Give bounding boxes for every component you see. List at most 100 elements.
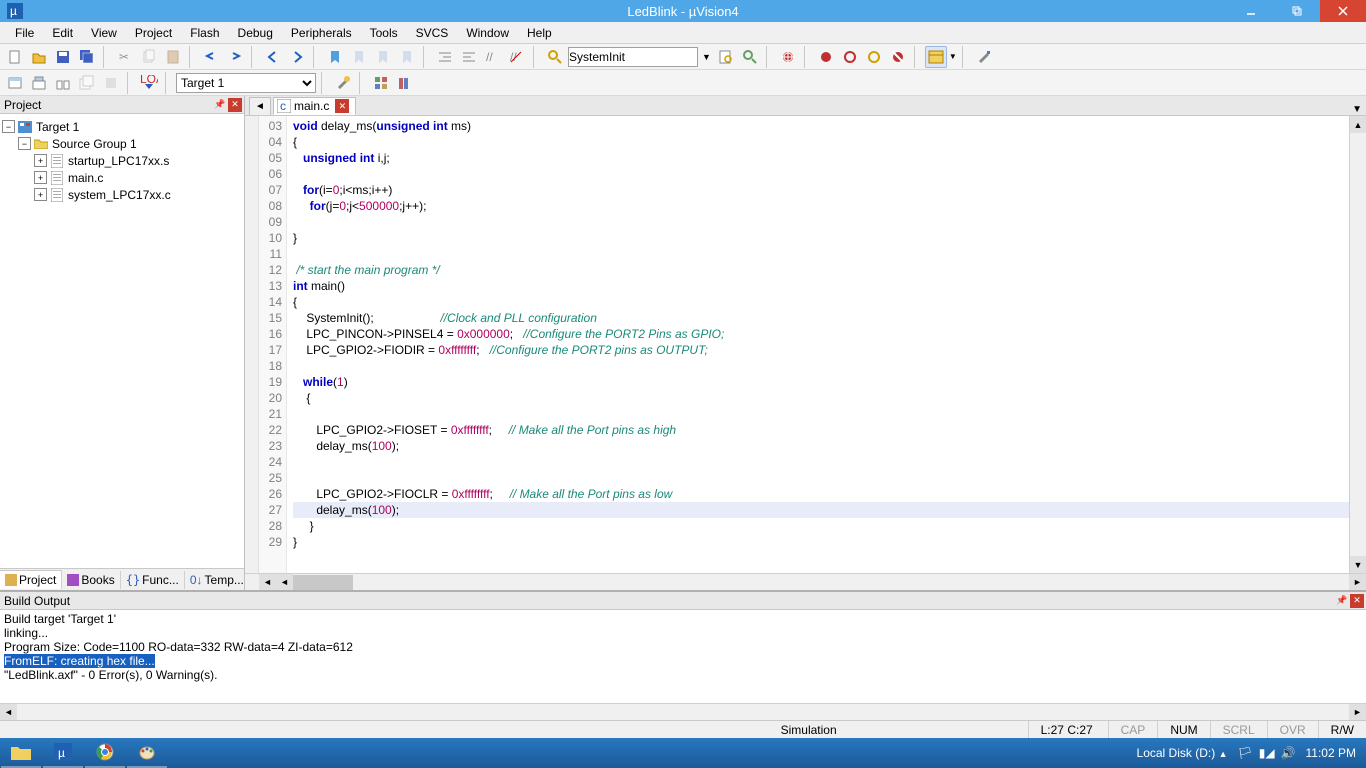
taskbar-uvision-icon[interactable]: µ	[43, 738, 83, 768]
scroll-left-icon[interactable]: ◄	[259, 574, 276, 590]
project-tree[interactable]: − Target 1 − Source Group 1 +startup_LPC…	[0, 114, 244, 568]
close-button[interactable]	[1320, 0, 1366, 22]
cut-icon[interactable]: ✂	[114, 46, 136, 68]
taskbar-explorer-icon[interactable]	[1, 738, 41, 768]
tray-network-icon[interactable]: ▮◢	[1259, 746, 1275, 760]
menu-edit[interactable]: Edit	[43, 24, 82, 42]
line-number-gutter: 0304050607080910111213141516171819202122…	[259, 116, 287, 573]
tree-file[interactable]: +startup_LPC17xx.s	[2, 152, 242, 169]
tree-group[interactable]: − Source Group 1	[2, 135, 242, 152]
editor-hscrollbar[interactable]: ◄ ◄ ►	[245, 573, 1366, 590]
tray-flag-icon[interactable]: 🏳	[1237, 746, 1252, 760]
tab-nav-left-icon[interactable]: ◄	[249, 97, 271, 115]
breakpoint-insert-icon[interactable]	[815, 46, 837, 68]
indent-icon[interactable]	[434, 46, 456, 68]
scroll-left-icon[interactable]: ◄	[0, 704, 17, 720]
scroll-down-icon[interactable]: ▼	[1350, 556, 1366, 573]
undo-icon[interactable]	[200, 46, 222, 68]
bookmark-next-icon[interactable]	[372, 46, 394, 68]
taskbar-chrome-icon[interactable]	[85, 738, 125, 768]
debug-icon[interactable]	[777, 46, 799, 68]
breakpoint-kill-icon[interactable]	[887, 46, 909, 68]
menu-view[interactable]: View	[82, 24, 126, 42]
paste-icon[interactable]	[162, 46, 184, 68]
translate-icon[interactable]	[4, 72, 26, 94]
build-icon[interactable]	[28, 72, 50, 94]
unindent-icon[interactable]	[458, 46, 480, 68]
file-extensions-icon[interactable]	[370, 72, 392, 94]
menu-project[interactable]: Project	[126, 24, 181, 42]
status-rw: R/W	[1319, 721, 1366, 738]
code-editor[interactable]: void delay_ms(unsigned int ms){ unsigned…	[287, 116, 1349, 573]
nav-back-icon[interactable]	[262, 46, 284, 68]
batch-build-icon[interactable]	[76, 72, 98, 94]
bookmark-clear-icon[interactable]	[396, 46, 418, 68]
find-in-files-icon[interactable]	[715, 46, 737, 68]
stop-build-icon[interactable]	[100, 72, 122, 94]
system-tray[interactable]: 🏳 ▮◢ 🔊	[1237, 746, 1295, 760]
maximize-button[interactable]	[1274, 0, 1320, 22]
incremental-find-icon[interactable]	[739, 46, 761, 68]
scroll-left2-icon[interactable]: ◄	[276, 574, 293, 590]
tree-root[interactable]: − Target 1	[2, 118, 242, 135]
taskbar-drive[interactable]: Local Disk (D:) ▲	[1137, 746, 1228, 760]
menu-tools[interactable]: Tools	[361, 24, 407, 42]
scroll-right-icon[interactable]: ►	[1349, 704, 1366, 720]
tab-list-dropdown-icon[interactable]: ▼	[1352, 104, 1362, 115]
panel-tab-temp[interactable]: 0↓ Temp...	[185, 571, 244, 589]
uncomment-icon[interactable]: //	[506, 46, 528, 68]
scroll-right-icon[interactable]: ►	[1349, 574, 1366, 590]
save-icon[interactable]	[52, 46, 74, 68]
panel-tab-books[interactable]: Books	[62, 571, 120, 589]
scroll-up-icon[interactable]: ▲	[1350, 116, 1366, 133]
panel-tab-func[interactable]: {} Func...	[121, 571, 185, 589]
redo-icon[interactable]	[224, 46, 246, 68]
find-icon[interactable]	[544, 46, 566, 68]
save-all-icon[interactable]	[76, 46, 98, 68]
comment-icon[interactable]: //	[482, 46, 504, 68]
minimize-button[interactable]	[1228, 0, 1274, 22]
tray-volume-icon[interactable]: 🔊	[1281, 746, 1296, 760]
panel-close-icon[interactable]: ✕	[1350, 594, 1364, 608]
editor-vscrollbar[interactable]: ▲ ▼	[1349, 116, 1366, 573]
tree-file[interactable]: +system_LPC17xx.c	[2, 186, 242, 203]
panel-close-icon[interactable]: ✕	[228, 98, 242, 112]
menu-flash[interactable]: Flash	[181, 24, 228, 42]
new-file-icon[interactable]	[4, 46, 26, 68]
nav-fwd-icon[interactable]	[286, 46, 308, 68]
rebuild-icon[interactable]	[52, 72, 74, 94]
target-select[interactable]: Target 1	[176, 73, 316, 93]
open-file-icon[interactable]	[28, 46, 50, 68]
breakpoint-enable-icon[interactable]	[839, 46, 861, 68]
build-output-text[interactable]: Build target 'Target 1'linking...Program…	[0, 610, 1366, 703]
target-options-icon[interactable]	[332, 72, 354, 94]
bookmark-toggle-icon[interactable]	[324, 46, 346, 68]
menu-svcs[interactable]: SVCS	[407, 24, 458, 42]
menu-file[interactable]: File	[6, 24, 43, 42]
menu-window[interactable]: Window	[457, 24, 518, 42]
menu-peripherals[interactable]: Peripherals	[282, 24, 361, 42]
panel-tab-project[interactable]: Project	[0, 570, 62, 589]
download-icon[interactable]: LOAD	[138, 72, 160, 94]
taskbar-clock[interactable]: 11:02 PM	[1306, 746, 1356, 760]
window-layout-dropdown-icon[interactable]: ▼	[949, 52, 957, 61]
find-combo[interactable]	[568, 47, 698, 67]
manage-books-icon[interactable]	[394, 72, 416, 94]
taskbar-paint-icon[interactable]	[127, 738, 167, 768]
breakpoint-disable-icon[interactable]	[863, 46, 885, 68]
tree-file[interactable]: +main.c	[2, 169, 242, 186]
pin-icon[interactable]: 📌	[1335, 594, 1349, 608]
menu-help[interactable]: Help	[518, 24, 561, 42]
find-dropdown-icon[interactable]: ▼	[700, 52, 713, 62]
window-layout-icon[interactable]	[925, 46, 947, 68]
build-hscrollbar[interactable]: ◄ ►	[0, 703, 1366, 720]
pin-icon[interactable]: 📌	[213, 98, 227, 112]
bookmark-prev-icon[interactable]	[348, 46, 370, 68]
copy-icon[interactable]	[138, 46, 160, 68]
configure-icon[interactable]	[973, 46, 995, 68]
menu-debug[interactable]: Debug	[229, 24, 282, 42]
hscroll-thumb[interactable]	[293, 575, 353, 590]
file-tab-main-c[interactable]: c main.c ✕	[273, 97, 356, 115]
bookmark-gutter[interactable]	[245, 116, 259, 573]
tab-close-icon[interactable]: ✕	[335, 99, 349, 113]
